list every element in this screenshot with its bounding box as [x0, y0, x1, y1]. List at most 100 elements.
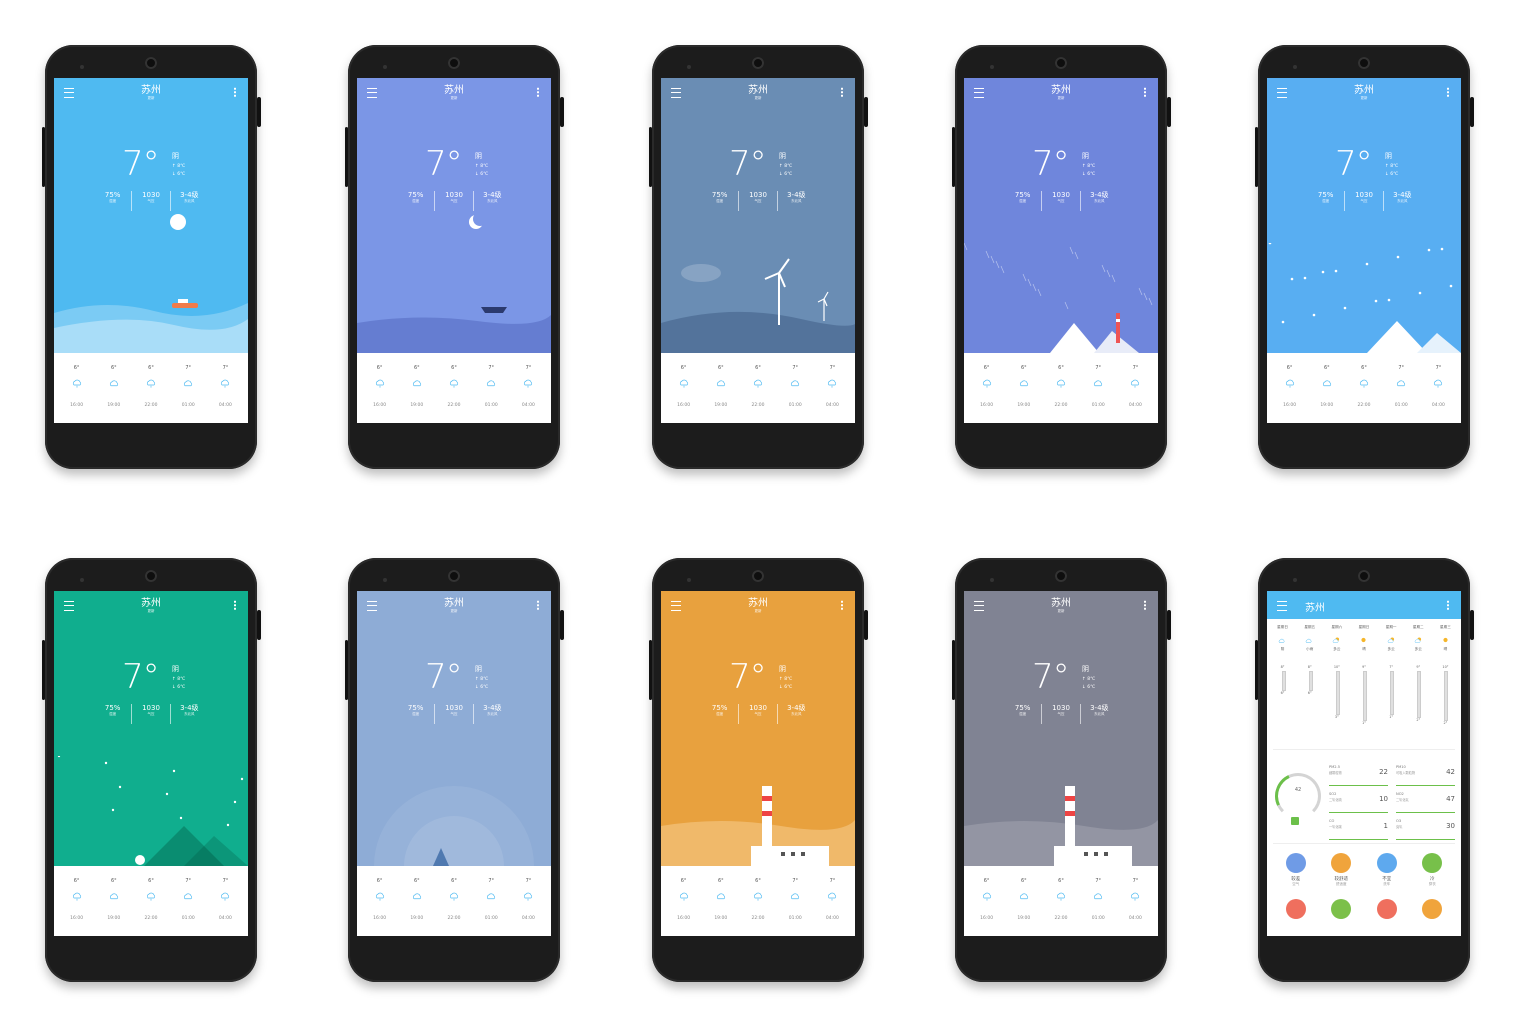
rain-cloud-icon — [982, 379, 991, 388]
life-index-item[interactable] — [1364, 899, 1410, 936]
forecast-slot[interactable]: 6° 16:00 — [361, 866, 398, 936]
forecast-slot[interactable]: 6° 22:00 — [132, 866, 169, 936]
forecast-slot[interactable]: 6° 22:00 — [1345, 353, 1382, 423]
forecast-slot[interactable]: 7° 01:00 — [170, 866, 207, 936]
forecast-slot[interactable]: 6° 19:00 — [398, 866, 435, 936]
hourly-forecast[interactable]: 6° 16:00 6° 19:00 6° 22:00 7° 01:00 7° 04:00 — [1267, 353, 1461, 423]
forecast-slot[interactable]: 6° 19:00 — [398, 353, 435, 423]
rain-cloud-icon — [221, 892, 230, 901]
hourly-forecast[interactable]: 6° 16:00 6° 19:00 6° 22:00 7° 01:00 7° 04:00 — [357, 353, 551, 423]
forecast-slot[interactable]: 6° 22:00 — [1042, 866, 1079, 936]
day-column[interactable]: 星期二 多云 9° 2° — [1405, 625, 1432, 745]
forecast-slot[interactable]: 7° 04:00 — [510, 866, 547, 936]
day-column[interactable]: 星期三晴 10° 2° — [1432, 625, 1459, 745]
forecast-slot[interactable]: 7° 04:00 — [207, 866, 244, 936]
forecast-slot[interactable]: 7° 01:00 — [777, 353, 814, 423]
forecast-slot[interactable]: 7° 04:00 — [510, 353, 547, 423]
day-column[interactable]: 星期五 小雨 8° 6° — [1296, 625, 1323, 745]
city-name[interactable]: 苏州 — [54, 85, 248, 96]
day-column[interactable]: 星期一 多云 7° 1° — [1378, 625, 1405, 745]
forecast-slot[interactable]: 6° 16:00 — [968, 866, 1005, 936]
hourly-forecast[interactable]: 6° 16:00 6° 19:00 6° 22:00 7° 01:00 7° 04:00 — [964, 353, 1158, 423]
forecast-slot[interactable]: 6° 22:00 — [435, 353, 472, 423]
forecast-slot[interactable]: 7° 01:00 — [473, 866, 510, 936]
forecast-slot[interactable]: 6° 19:00 — [1005, 353, 1042, 423]
high-temperature: ↑ 8℃ — [172, 677, 186, 682]
more-options-icon[interactable] — [841, 600, 843, 610]
forecast-slot[interactable]: 7° 01:00 — [1080, 866, 1117, 936]
wind-stat: 3-4级 东北风 — [472, 191, 511, 211]
daily-forecast[interactable]: 星期日阴 8° 6° 星期五 小雨 8° 6° 星期六 多云 10° 3° 星期日晴 9° 1° 星期一 多云… — [1267, 625, 1461, 745]
city-name[interactable]: 苏州 — [661, 598, 855, 609]
day-column[interactable]: 星期日阴 8° 6° — [1269, 625, 1296, 745]
city-name[interactable]: 苏州 — [54, 598, 248, 609]
menu-icon[interactable] — [1277, 601, 1287, 611]
forecast-slot[interactable]: 7° 01:00 — [1080, 353, 1117, 423]
forecast-slot[interactable]: 6° 19:00 — [1308, 353, 1345, 423]
forecast-slot[interactable]: 6° 19:00 — [95, 353, 132, 423]
forecast-slot[interactable]: 6° 22:00 — [739, 866, 776, 936]
city-name[interactable]: 苏州 — [661, 85, 855, 96]
forecast-slot[interactable]: 6° 19:00 — [1005, 866, 1042, 936]
more-options-icon[interactable] — [1447, 87, 1449, 97]
forecast-slot[interactable]: 7° 04:00 — [1420, 353, 1457, 423]
city-name[interactable]: 苏州 — [964, 598, 1158, 609]
city-name[interactable]: 苏州 — [357, 85, 551, 96]
life-index-item[interactable]: 较差 空气 — [1273, 853, 1319, 893]
forecast-slot[interactable]: 6° 16:00 — [58, 353, 95, 423]
hourly-forecast[interactable]: 6° 16:00 6° 19:00 6° 22:00 7° 01:00 7° 04:00 — [54, 353, 248, 423]
life-index-item[interactable] — [1273, 899, 1319, 936]
forecast-slot[interactable]: 6° 19:00 — [95, 866, 132, 936]
forecast-slot[interactable]: 6° 22:00 — [739, 353, 776, 423]
more-options-icon[interactable] — [1144, 600, 1146, 610]
forecast-slot[interactable]: 6° 22:00 — [1042, 353, 1079, 423]
forecast-slot[interactable]: 6° 19:00 — [702, 866, 739, 936]
forecast-slot[interactable]: 7° 04:00 — [1117, 353, 1154, 423]
life-index-item[interactable]: 不宜 洗车 — [1364, 853, 1410, 893]
more-options-icon[interactable] — [1447, 600, 1449, 610]
hourly-forecast[interactable]: 6° 16:00 6° 19:00 6° 22:00 7° 01:00 7° 04:00 — [964, 866, 1158, 936]
hourly-forecast[interactable]: 6° 16:00 6° 19:00 6° 22:00 7° 01:00 7° 04:00 — [54, 866, 248, 936]
hourly-forecast[interactable]: 6° 16:00 6° 19:00 6° 22:00 7° 01:00 7° 04:00 — [357, 866, 551, 936]
city-name[interactable]: 苏州 — [1267, 85, 1461, 96]
forecast-slot[interactable]: 6° 22:00 — [435, 866, 472, 936]
more-options-icon[interactable] — [1144, 87, 1146, 97]
forecast-slot[interactable]: 7° 04:00 — [207, 353, 244, 423]
hourly-forecast[interactable]: 6° 16:00 6° 19:00 6° 22:00 7° 01:00 7° 04:00 — [661, 353, 855, 423]
day-low: 6° — [1280, 691, 1285, 695]
day-column[interactable]: 星期日晴 9° 1° — [1350, 625, 1377, 745]
forecast-slot[interactable]: 7° 01:00 — [170, 353, 207, 423]
more-options-icon[interactable] — [234, 87, 236, 97]
more-options-icon[interactable] — [841, 87, 843, 97]
life-index-item[interactable] — [1410, 899, 1456, 936]
more-options-icon[interactable] — [537, 600, 539, 610]
life-index-item[interactable]: 冷穿衣 — [1410, 853, 1456, 893]
forecast-slot[interactable]: 7° 01:00 — [1383, 353, 1420, 423]
day-column[interactable]: 星期六 多云 10° 3° — [1323, 625, 1350, 745]
forecast-slot[interactable]: 7° 01:00 — [473, 353, 510, 423]
forecast-slot[interactable]: 7° 04:00 — [814, 866, 851, 936]
forecast-slot[interactable]: 7° 04:00 — [1117, 866, 1154, 936]
forecast-slot[interactable]: 6° 16:00 — [665, 866, 702, 936]
forecast-slot[interactable]: 7° 04:00 — [814, 353, 851, 423]
forecast-slot[interactable]: 6° 16:00 — [1271, 353, 1308, 423]
rain-cloud-icon — [1359, 379, 1369, 388]
city-name[interactable]: 苏州 — [964, 85, 1158, 96]
forecast-slot[interactable]: 7° 01:00 — [777, 866, 814, 936]
city-name[interactable]: 苏州 — [357, 598, 551, 609]
more-options-icon[interactable] — [234, 600, 236, 610]
life-index-item[interactable]: 较舒适 舒适度 — [1319, 853, 1365, 893]
forecast-slot[interactable]: 6° 19:00 — [702, 353, 739, 423]
forecast-slot[interactable]: 6° 22:00 — [132, 353, 169, 423]
hourly-forecast[interactable]: 6° 16:00 6° 19:00 6° 22:00 7° 01:00 7° 04:00 — [661, 866, 855, 936]
forecast-slot[interactable]: 6° 16:00 — [58, 866, 95, 936]
forecast-slot[interactable]: 6° 16:00 — [665, 353, 702, 423]
life-index-item[interactable] — [1319, 899, 1365, 936]
humidity-stat: 75% 湿度 — [104, 191, 121, 203]
scene-illustration — [1268, 241, 1461, 353]
forecast-slot[interactable]: 6° 16:00 — [361, 353, 398, 423]
forecast-slot[interactable]: 6° 16:00 — [968, 353, 1005, 423]
city-name[interactable]: 苏州 — [1305, 599, 1325, 614]
more-options-icon[interactable] — [537, 87, 539, 97]
drop-icon — [1376, 853, 1397, 873]
